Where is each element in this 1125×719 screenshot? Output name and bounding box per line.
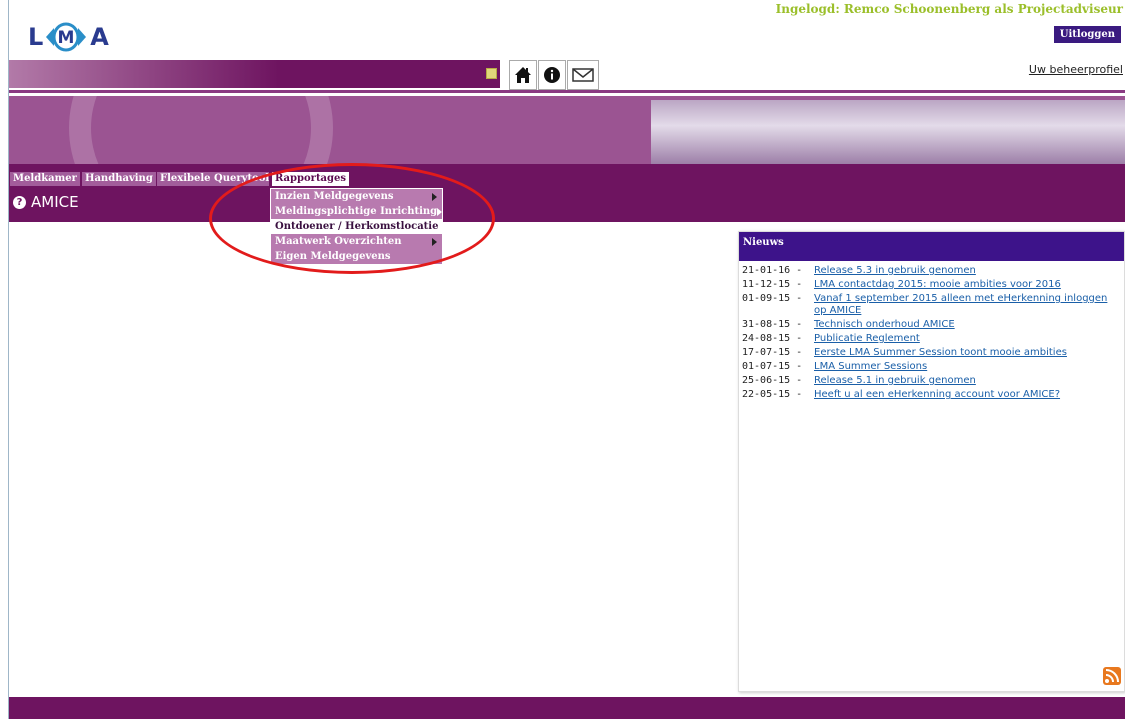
help-icon[interactable]: ? <box>13 195 26 209</box>
news-date: 17-07-15 - <box>742 347 803 358</box>
home-icon[interactable] <box>509 60 537 90</box>
toolbar-divider <box>9 90 1125 93</box>
logo-letter-a: A <box>90 23 110 51</box>
news-item: 11-12-15 - LMA contactdag 2015: mooie amb… <box>739 279 1124 291</box>
news-date: 31-08-15 - <box>742 319 803 330</box>
news-item: 22-05-15 - Heeft u al een eHerkenning acc… <box>739 389 1124 401</box>
news-item: 25-06-15 - Release 5.1 in gebruik genomen <box>739 375 1124 387</box>
news-list: 21-01-16 - Release 5.3 in gebruik genomen… <box>739 265 1124 403</box>
news-panel: Nieuws 21-01-16 - Release 5.3 in gebruik … <box>738 231 1125 692</box>
annotation-red-oval <box>209 163 495 274</box>
header-banner <box>9 96 1125 164</box>
status-square-icon <box>486 68 497 79</box>
news-link[interactable]: Heeft u al een eHerkenning account voor … <box>814 389 1119 401</box>
news-heading: Nieuws <box>739 232 1124 261</box>
news-date: 01-07-15 - <box>742 361 803 372</box>
news-date: 21-01-16 - <box>742 265 803 276</box>
logo-mark-icon: M <box>44 22 87 52</box>
login-info: Ingelogd: Remco Schoonenberg als Project… <box>775 2 1123 16</box>
news-item: 01-09-15 - Vanaf 1 september 2015 alleen … <box>739 293 1124 317</box>
news-date: 22-05-15 - <box>742 389 803 400</box>
news-link[interactable]: Vanaf 1 september 2015 alleen met eHerke… <box>814 293 1119 317</box>
page-title-text: AMICE <box>31 193 79 211</box>
news-item: 21-01-16 - Release 5.3 in gebruik genomen <box>739 265 1124 277</box>
news-item: 24-08-15 - Publicatie Reglement <box>739 333 1124 345</box>
info-icon[interactable] <box>538 60 566 90</box>
news-link[interactable]: Release 5.1 in gebruik genomen <box>814 375 1119 387</box>
news-link[interactable]: Technisch onderhoud AMICE <box>814 319 1119 331</box>
profile-link[interactable]: Uw beheerprofiel <box>1029 63 1123 76</box>
news-item: 17-07-15 - Eerste LMA Summer Session toon… <box>739 347 1124 359</box>
footer-bar <box>9 697 1125 719</box>
tab-handhaving[interactable]: Handhaving <box>82 172 156 186</box>
page-title: ? AMICE <box>13 193 79 211</box>
news-item: 31-08-15 - Technisch onderhoud AMICE <box>739 319 1124 331</box>
news-link[interactable]: LMA Summer Sessions <box>814 361 1119 373</box>
news-date: 11-12-15 - <box>742 279 803 290</box>
banner-arc-decoration <box>69 96 333 164</box>
banner-clouds-image <box>651 100 1125 164</box>
logo-letter-m: M <box>58 28 75 48</box>
news-link[interactable]: LMA contactdag 2015: mooie ambities voor… <box>814 279 1119 291</box>
news-date: 01-09-15 - <box>742 293 803 304</box>
news-link[interactable]: Eerste LMA Summer Session toont mooie am… <box>814 347 1119 359</box>
news-link[interactable]: Publicatie Reglement <box>814 333 1119 345</box>
news-date: 24-08-15 - <box>742 333 803 344</box>
news-date: 25-06-15 - <box>742 375 803 386</box>
news-item: 01-07-15 - LMA Summer Sessions <box>739 361 1124 373</box>
mail-icon[interactable] <box>567 60 599 90</box>
tab-meldkamer[interactable]: Meldkamer <box>10 172 80 186</box>
logout-button[interactable]: Uitloggen <box>1053 26 1121 43</box>
logo-letter-l: L <box>28 23 45 51</box>
lma-logo[interactable]: L M A <box>28 22 110 52</box>
news-link[interactable]: Release 5.3 in gebruik genomen <box>814 265 1119 277</box>
rss-feed-icon[interactable] <box>1103 667 1121 685</box>
toolbar-band <box>9 60 500 88</box>
